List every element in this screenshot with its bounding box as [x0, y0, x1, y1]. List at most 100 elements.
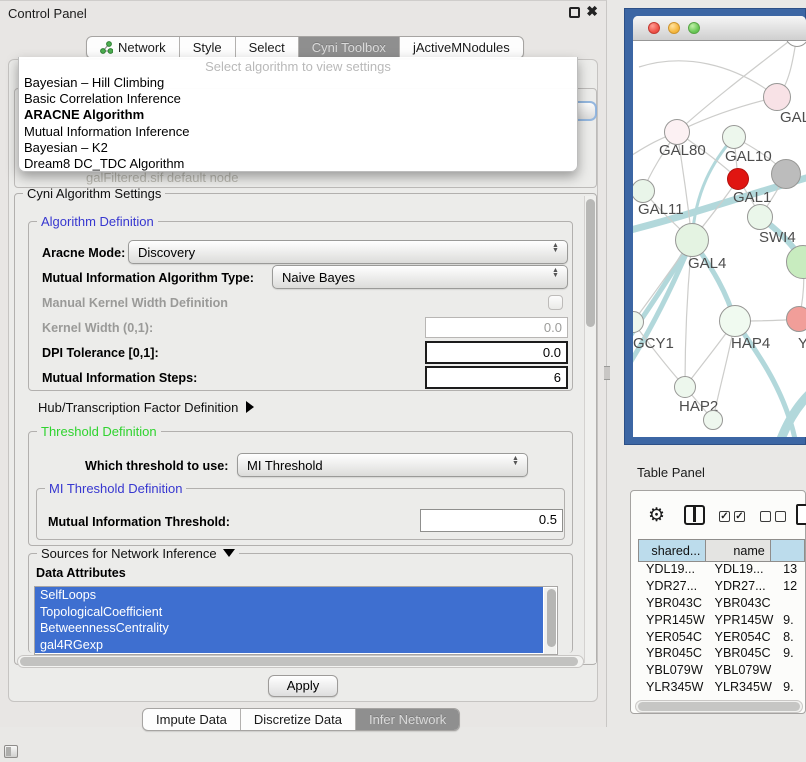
- table-cell[interactable]: 8.: [775, 628, 806, 645]
- network-node-gal[interactable]: [763, 83, 791, 111]
- table-row[interactable]: YDL19...YDL19...13: [638, 561, 806, 578]
- table-row[interactable]: YLR345WYLR345W9.: [638, 679, 806, 696]
- settings-hscrollbar-track[interactable]: [17, 655, 584, 668]
- algorithm-option-mutual-information-inference[interactable]: Mutual Information Inference: [19, 124, 577, 140]
- unchecked-checkbox-icon[interactable]: [760, 511, 771, 522]
- table-cell[interactable]: YLR345W: [638, 679, 707, 696]
- tab-style[interactable]: Style: [180, 37, 236, 58]
- table-row[interactable]: YPR145WYPR145W9.: [638, 611, 806, 628]
- network-node-gal4[interactable]: [675, 223, 709, 257]
- table-cell[interactable]: YBR043C: [638, 595, 707, 612]
- table-cell[interactable]: YDR27...: [707, 578, 776, 595]
- algorithm-option-dream8-dc-tdc-algorithm[interactable]: Dream8 DC_TDC Algorithm: [19, 156, 577, 172]
- table-row[interactable]: YER054CYER054C8.: [638, 628, 806, 645]
- table-cell[interactable]: YIL052C: [638, 695, 707, 699]
- table-cell[interactable]: 9.: [775, 611, 806, 628]
- kernel-width-field[interactable]: 0.0: [425, 317, 568, 338]
- dpi-tolerance-field[interactable]: 0.0: [425, 341, 568, 364]
- unchecked-checkbox-icon[interactable]: [775, 511, 786, 522]
- aracne-mode-select[interactable]: Discovery ▲▼: [128, 240, 568, 264]
- table-cell[interactable]: YBR045C: [707, 645, 776, 662]
- algorithm-option-bayesian-hill-climbing[interactable]: Bayesian – Hill Climbing: [19, 75, 577, 91]
- column-header-cut[interactable]: [770, 540, 804, 562]
- table-cell[interactable]: YBL079W: [638, 662, 707, 679]
- tab-impute-data[interactable]: Impute Data: [143, 709, 241, 730]
- attribute-item-gal4rgexp[interactable]: gal4RGexp: [35, 637, 543, 654]
- checked-checkbox-icon[interactable]: ✓: [734, 511, 745, 522]
- table-cell[interactable]: YER054C: [707, 628, 776, 645]
- table-row[interactable]: YBR045CYBR045C9.: [638, 645, 806, 662]
- table-hscrollbar-track[interactable]: [635, 700, 803, 713]
- attribute-item-topologicalcoefficient[interactable]: TopologicalCoefficient: [35, 604, 543, 621]
- network-node-hap4[interactable]: [719, 305, 751, 337]
- table-cell[interactable]: YBL079W: [707, 662, 776, 679]
- attribute-item-selfloops[interactable]: SelfLoops: [35, 587, 543, 604]
- table-cell[interactable]: YBR043C: [707, 595, 776, 612]
- network-node-y[interactable]: [786, 306, 806, 332]
- algorithm-option-aracne-algorithm[interactable]: ARACNE Algorithm: [19, 107, 577, 123]
- table-cell[interactable]: YER054C: [638, 628, 707, 645]
- which-threshold-select[interactable]: MI Threshold ▲▼: [237, 453, 528, 477]
- mi-algorithm-type-select[interactable]: Naive Bayes ▲▼: [272, 265, 568, 289]
- data-attributes-list[interactable]: SelfLoopsTopologicalCoefficientBetweenne…: [34, 586, 558, 655]
- network-node[interactable]: [771, 159, 801, 189]
- table-cell[interactable]: [775, 595, 806, 612]
- table-cell[interactable]: YIL052C: [707, 695, 776, 699]
- tab-discretize-data[interactable]: Discretize Data: [241, 709, 356, 730]
- table-cell[interactable]: YDL19...: [707, 561, 776, 578]
- settings-hscrollbar-thumb[interactable]: [20, 657, 578, 666]
- tab-jactivemnodules[interactable]: jActiveMNodules: [400, 37, 523, 58]
- table-hscrollbar-thumb[interactable]: [638, 702, 800, 711]
- network-window-titlebar[interactable]: [633, 16, 806, 41]
- settings-scrollbar-thumb[interactable]: [586, 199, 595, 327]
- table-cell[interactable]: 13: [775, 561, 806, 578]
- mi-steps-field[interactable]: 6: [425, 366, 568, 389]
- algorithm-option-bayesian-k2[interactable]: Bayesian – K2: [19, 140, 577, 156]
- table-cell[interactable]: YDR27...: [638, 578, 707, 595]
- zoom-traffic-light-icon[interactable]: [688, 22, 700, 34]
- checked-checkbox-icon[interactable]: ✓: [719, 511, 730, 522]
- sources-group-title[interactable]: Sources for Network Inference: [37, 546, 239, 561]
- table-rows[interactable]: YDL19...YDL19...13YDR27...YDR27...12YBR0…: [638, 561, 806, 699]
- tab-cyni-toolbox[interactable]: Cyni Toolbox: [299, 37, 400, 58]
- column-header-shared-name[interactable]: shared...: [639, 540, 706, 562]
- attributes-scrollbar-thumb[interactable]: [547, 589, 556, 647]
- table-cell[interactable]: YPR145W: [707, 611, 776, 628]
- table-cell[interactable]: YBR045C: [638, 645, 707, 662]
- table-cell[interactable]: 9.: [775, 645, 806, 662]
- close-traffic-light-icon[interactable]: [648, 22, 660, 34]
- algorithm-option-basic-correlation-inference[interactable]: Basic Correlation Inference: [19, 91, 577, 107]
- gear-icon[interactable]: ⚙: [648, 504, 665, 527]
- close-window-icon[interactable]: ✖: [586, 3, 598, 20]
- mi-threshold-field[interactable]: 0.5: [420, 509, 563, 532]
- tab-infer-network[interactable]: Infer Network: [356, 709, 459, 730]
- network-node-hap2[interactable]: [674, 376, 696, 398]
- network-node[interactable]: [703, 410, 723, 430]
- dock-panel-icon[interactable]: [4, 745, 18, 758]
- table-row[interactable]: YDR27...YDR27...12: [638, 578, 806, 595]
- hub-definition-expander[interactable]: Hub/Transcription Factor Definition: [38, 400, 254, 415]
- network-node-gal1[interactable]: [727, 168, 749, 190]
- manual-kernel-width-checkbox[interactable]: [548, 295, 563, 310]
- apply-button[interactable]: Apply: [268, 675, 338, 697]
- table-cell[interactable]: 9.: [775, 679, 806, 696]
- table-row[interactable]: YBL079WYBL079W: [638, 662, 806, 679]
- network-node-swi4[interactable]: [747, 204, 773, 230]
- table-row[interactable]: YIL052CYIL052C9: [638, 695, 806, 699]
- table-cell[interactable]: YPR145W: [638, 611, 707, 628]
- document-icon[interactable]: [796, 504, 806, 525]
- table-cell[interactable]: YDL19...: [638, 561, 707, 578]
- minimize-traffic-light-icon[interactable]: [668, 22, 680, 34]
- network-canvas[interactable]: GALGAL80GAL10GAL1GAL11SWI4GAL4GCY1HAP4YH…: [633, 41, 806, 437]
- table-cell[interactable]: 12: [775, 578, 806, 595]
- network-node-gal10[interactable]: [722, 125, 746, 149]
- table-cell[interactable]: YLR345W: [707, 679, 776, 696]
- table-cell[interactable]: 9: [775, 695, 806, 699]
- table-cell[interactable]: [775, 662, 806, 679]
- table-row[interactable]: YBR043CYBR043C: [638, 595, 806, 612]
- tab-select[interactable]: Select: [236, 37, 299, 58]
- split-columns-icon[interactable]: [684, 505, 705, 525]
- attribute-item-betweennesscentrality[interactable]: BetweennessCentrality: [35, 620, 543, 637]
- float-window-icon[interactable]: [569, 7, 580, 18]
- column-header-name[interactable]: name: [706, 540, 770, 562]
